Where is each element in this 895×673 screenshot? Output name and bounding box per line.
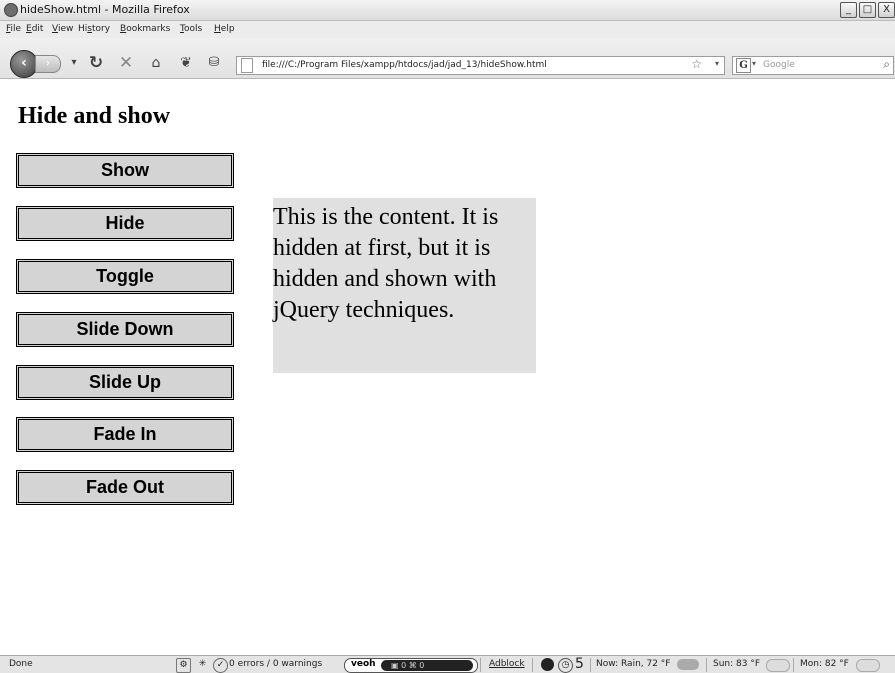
sparkle-icon[interactable]: ✳	[196, 658, 209, 671]
search-engine-dropdown-icon[interactable]: ▾	[752, 59, 756, 68]
validator-check-icon[interactable]: ✓	[213, 658, 228, 673]
menu-bar: File Edit View History Bookmarks Tools H…	[0, 21, 895, 38]
database-icon[interactable]: ⛁	[204, 53, 224, 73]
menu-history[interactable]: History	[78, 24, 110, 34]
page-heading: Hide and show	[18, 103, 171, 129]
rain-cloud-icon	[677, 659, 699, 670]
separator	[480, 658, 481, 672]
status-text: Done	[9, 659, 33, 669]
stop-icon[interactable]: ✕	[116, 53, 136, 73]
content-box: This is the content. It is hidden at fir…	[273, 198, 536, 373]
menu-view[interactable]: View	[52, 24, 73, 34]
page-content: Hide and show Show Hide Toggle Slide Dow…	[0, 79, 895, 655]
count-badge: 5	[575, 656, 584, 672]
search-input[interactable]: Google	[763, 60, 795, 70]
url-dropdown-icon[interactable]: ▾	[715, 59, 719, 68]
veoh-counts: ▣ 0 ⌘ 0	[381, 660, 473, 671]
weather-monday[interactable]: Mon: 82 °F	[800, 659, 849, 669]
close-button[interactable]: X	[878, 2, 895, 18]
separator	[706, 658, 707, 672]
minimize-button[interactable]: _	[840, 2, 857, 18]
menu-help[interactable]: Help	[214, 24, 235, 34]
firefox-logo-icon	[4, 3, 18, 17]
partly-cloudy-icon	[856, 659, 880, 672]
menu-tools[interactable]: Tools	[180, 24, 202, 34]
slide-down-button[interactable]: Slide Down	[16, 312, 234, 347]
validator-status[interactable]: 0 errors / 0 warnings	[229, 659, 322, 669]
maximize-button[interactable]: □	[859, 2, 876, 18]
adblock-link[interactable]: Adblock	[489, 659, 525, 669]
status-bar: Done ⚙ ✳ ✓ 0 errors / 0 warnings veoh ▣ …	[0, 655, 895, 673]
separator	[793, 658, 794, 672]
hide-button[interactable]: Hide	[16, 206, 234, 241]
window-controls: _ □ X	[838, 2, 895, 18]
fade-in-button[interactable]: Fade In	[16, 417, 234, 452]
page-icon	[241, 58, 253, 73]
separator	[532, 658, 533, 672]
slide-up-button[interactable]: Slide Up	[16, 365, 234, 400]
weather-now[interactable]: Now: Rain, 72 °F	[596, 659, 671, 669]
toggle-button[interactable]: Toggle	[16, 259, 234, 294]
weather-sunday[interactable]: Sun: 83 °F	[713, 659, 760, 669]
search-icon[interactable]: ⌕	[883, 57, 890, 72]
search-bar[interactable]: G ▾ Google ⌕	[732, 56, 894, 75]
reload-icon[interactable]: ↻	[86, 53, 106, 73]
clock-icon[interactable]: ◷	[558, 658, 573, 673]
history-dropdown-icon[interactable]: ▾	[64, 53, 84, 73]
url-bar[interactable]: file:///C:/Program Files/xampp/htdocs/ja…	[236, 56, 725, 75]
screen-capture-icon[interactable]: ⚙	[176, 658, 191, 673]
bookmark-star-icon[interactable]: ☆	[691, 57, 702, 71]
veoh-label: veoh	[351, 659, 376, 669]
partly-cloudy-icon	[766, 659, 790, 672]
menu-bookmarks[interactable]: Bookmarks	[120, 24, 170, 34]
forward-button[interactable]: ›	[35, 55, 61, 73]
fade-out-button[interactable]: Fade Out	[16, 470, 234, 505]
browser-window: hideShow.html - Mozilla Firefox _ □ X Fi…	[0, 0, 895, 673]
back-button[interactable]: ‹	[10, 50, 38, 78]
separator	[590, 658, 591, 672]
content-text: This is the content. It is hidden at fir…	[273, 204, 499, 323]
menu-edit[interactable]: Edit	[26, 24, 43, 34]
veoh-widget[interactable]: veoh ▣ 0 ⌘ 0	[344, 658, 478, 673]
url-text[interactable]: file:///C:/Program Files/xampp/htdocs/ja…	[262, 60, 547, 70]
menu-file[interactable]: File	[6, 24, 21, 34]
dark-circle-icon[interactable]	[541, 658, 554, 671]
window-title: hideShow.html - Mozilla Firefox	[20, 3, 190, 16]
extension-icon[interactable]: ❦	[176, 53, 196, 73]
title-bar: hideShow.html - Mozilla Firefox _ □ X	[0, 0, 895, 21]
home-icon[interactable]: ⌂	[146, 53, 166, 73]
show-button[interactable]: Show	[16, 153, 234, 188]
google-search-engine-icon[interactable]: G	[736, 58, 751, 73]
